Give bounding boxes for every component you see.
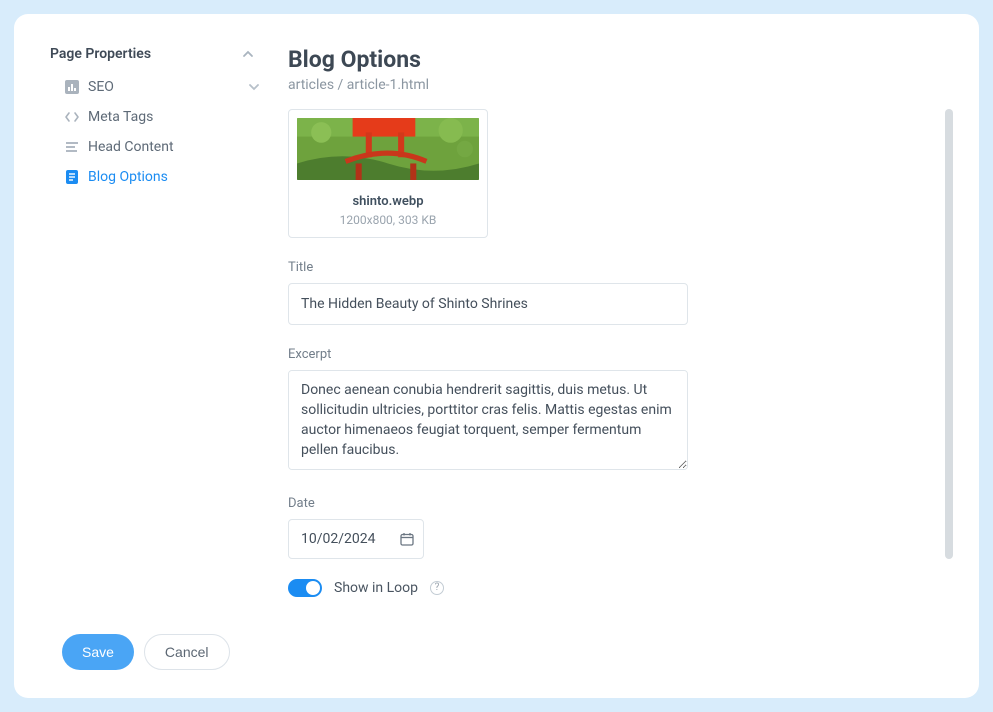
doc-icon xyxy=(64,169,80,185)
chevron-down-icon xyxy=(248,81,260,93)
excerpt-textarea[interactable] xyxy=(288,370,688,470)
show-in-loop-row: Show in Loop ? xyxy=(288,579,953,597)
page-properties-panel: Page Properties SEO Meta Tags Head Conte… xyxy=(14,14,979,698)
sidebar-item-seo[interactable]: SEO xyxy=(50,72,260,102)
date-label: Date xyxy=(288,496,953,511)
sidebar-item-label: SEO xyxy=(88,79,240,95)
sidebar-section-header[interactable]: Page Properties xyxy=(50,46,260,62)
date-input[interactable] xyxy=(288,519,424,559)
footer-buttons: Save Cancel xyxy=(50,634,260,674)
sidebar-item-label: Meta Tags xyxy=(88,109,260,125)
excerpt-label: Excerpt xyxy=(288,347,953,362)
featured-image-thumbnail xyxy=(297,118,479,180)
page-title: Blog Options xyxy=(288,46,953,73)
image-filename: shinto.webp xyxy=(297,194,479,209)
save-button[interactable]: Save xyxy=(62,634,134,670)
sidebar-item-blog-options[interactable]: Blog Options xyxy=(50,162,260,192)
lines-icon xyxy=(64,139,80,155)
toggle-knob xyxy=(306,581,320,595)
featured-image-card[interactable]: shinto.webp 1200x800, 303 KB xyxy=(288,109,488,238)
bars-icon xyxy=(64,79,80,95)
sidebar-item-head-content[interactable]: Head Content xyxy=(50,132,260,162)
sidebar-item-label: Head Content xyxy=(88,139,260,155)
show-in-loop-toggle[interactable] xyxy=(288,579,322,597)
main-content: Blog Options articles / article-1.html xyxy=(260,46,953,674)
title-input[interactable] xyxy=(288,283,688,325)
sidebar-item-meta-tags[interactable]: Meta Tags xyxy=(50,102,260,132)
cancel-button[interactable]: Cancel xyxy=(144,634,230,670)
scrollbar[interactable] xyxy=(945,109,953,559)
form-scroll-area: shinto.webp 1200x800, 303 KB Title Excer… xyxy=(288,109,953,674)
chevron-up-icon xyxy=(242,48,254,60)
title-label: Title xyxy=(288,260,953,275)
image-meta: 1200x800, 303 KB xyxy=(297,213,479,227)
breadcrumb: articles / article-1.html xyxy=(288,77,953,93)
sidebar-section-title: Page Properties xyxy=(50,46,151,62)
help-icon[interactable]: ? xyxy=(430,581,444,595)
sidebar-item-label: Blog Options xyxy=(88,169,260,185)
sidebar: Page Properties SEO Meta Tags Head Conte… xyxy=(50,46,260,674)
show-in-loop-label: Show in Loop xyxy=(334,580,418,596)
code-icon xyxy=(64,109,80,125)
